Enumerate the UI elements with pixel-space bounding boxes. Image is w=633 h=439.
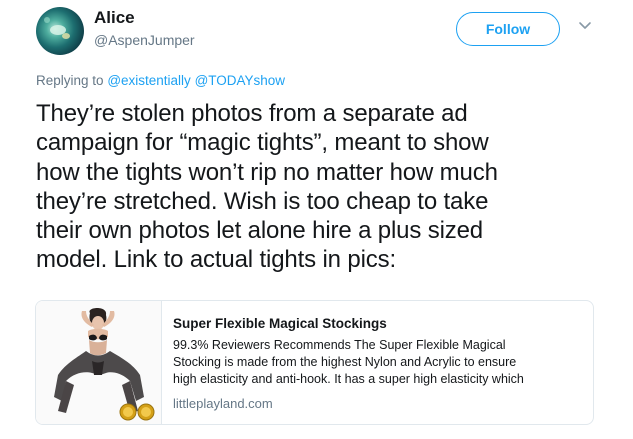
reply-prefix: Replying to <box>36 73 104 88</box>
chevron-down-icon[interactable] <box>578 18 592 32</box>
author-name[interactable]: Alice <box>94 8 135 28</box>
mention-existentially[interactable]: @existentially <box>107 73 191 88</box>
card-description-line: 99.3% Reviewers Recommends The Super Fle… <box>173 338 506 352</box>
card-title: Super Flexible Magical Stockings <box>173 316 387 331</box>
tweet-line: they’re stretched. Wish is too cheap to … <box>36 187 489 215</box>
follow-button[interactable]: Follow <box>456 12 560 46</box>
card-body: Super Flexible Magical Stockings 99.3% R… <box>173 316 583 411</box>
tweet-line: campaign for “magic tights”, meant to sh… <box>36 129 489 157</box>
tweet-line: how the tights won’t rip no matter how m… <box>36 158 498 186</box>
tweet-text: They’re stolen photos from a separate ad… <box>36 99 606 275</box>
card-thumbnail <box>36 301 162 424</box>
reply-context: Replying to @existentially @TODAYshow <box>36 73 285 88</box>
mention-todayshow[interactable]: @TODAYshow <box>195 73 285 88</box>
card-description-line: high elasticity and anti-hook. It has a … <box>173 372 524 386</box>
tweet-line: They’re stolen photos from a separate ad <box>36 100 468 127</box>
card-domain: littleplayland.com <box>173 396 273 411</box>
tweet-line: their own photos let alone hire a plus s… <box>36 217 484 245</box>
tweet-line: model. Link to actual tights in pics: <box>36 246 396 274</box>
card-description-line: Stocking is made from the highest Nylon … <box>173 355 517 369</box>
avatar[interactable] <box>36 7 84 55</box>
link-card[interactable]: Super Flexible Magical Stockings 99.3% R… <box>35 300 594 425</box>
stockings-model-image <box>36 301 161 424</box>
author-handle[interactable]: @AspenJumper <box>94 32 195 48</box>
card-description: 99.3% Reviewers Recommends The Super Fle… <box>173 337 583 388</box>
